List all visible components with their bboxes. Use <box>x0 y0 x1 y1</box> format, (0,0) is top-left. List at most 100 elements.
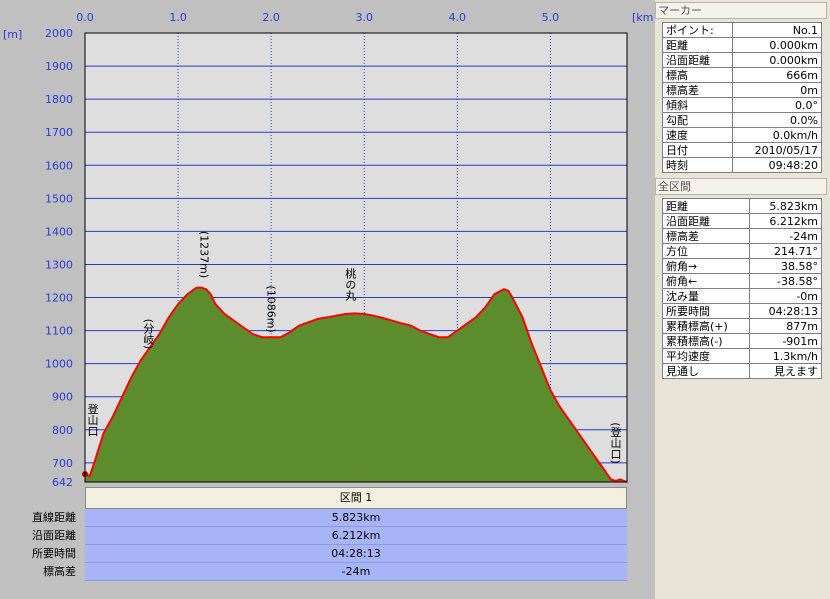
panel-row-label: 日付 <box>662 142 733 158</box>
panel-row-label: 速度 <box>662 127 733 143</box>
panel-row: 時刻 09:48:20 <box>662 157 823 173</box>
panel-row: 累積標高(-) -901m <box>661 333 822 349</box>
y-tick-label: 1800 <box>45 93 73 106</box>
panel-row: 俯角→ 38.58° <box>661 258 822 274</box>
panel-row-label: 俯角→ <box>661 258 751 274</box>
panel-row: 累積標高(+) 877m <box>661 318 822 334</box>
elevation-chart: 2000 1900 1800 1700 1600 1500 1400 1300 1200 1100… <box>3 11 655 487</box>
panel-row-value: -38.58° <box>749 273 822 289</box>
panel-row: 俯角← -38.58° <box>661 273 822 289</box>
panel-row-value: No.1 <box>731 22 823 38</box>
panel-row: 標高差 0m <box>662 82 823 98</box>
panel-row-value: 0.000km <box>731 37 823 53</box>
x-unit-label: [km] <box>632 11 655 24</box>
x-tick-label: 5.0 <box>542 11 560 24</box>
panel-row-value: 5.823km <box>749 198 822 214</box>
annotation-label: 桃の丸 <box>344 266 357 301</box>
y-tick-label: 900 <box>52 391 73 404</box>
panel-row: 距離 5.823km <box>661 198 822 214</box>
info-panel: マーカー ポイント: No.1 距離 0.000km 沿面距離 0.000km 標高 666m… <box>655 0 830 599</box>
panel-row-label: 沿面距離 <box>661 213 751 229</box>
panel-row-value: 見えます <box>749 363 822 379</box>
section-row: 沿面距離 6.212km <box>0 527 628 545</box>
marker-header[interactable]: マーカー <box>655 2 827 19</box>
section-summary-table: 直線距離 5.823km 沿面距離 6.212km 所要時間 04:28:13 標高差 -24… <box>0 509 628 581</box>
panel-row-value: 0.000km <box>731 52 823 68</box>
panel-row-value: 666m <box>731 67 823 83</box>
y-tick-label: 1500 <box>45 192 73 205</box>
y-tick-label: 1200 <box>45 292 73 305</box>
section-row: 標高差 -24m <box>0 563 628 581</box>
y-tick-label: 1000 <box>45 358 73 371</box>
section-row-label: 直線距離 <box>32 511 76 524</box>
section-row: 直線距離 5.823km <box>0 509 628 527</box>
panel-row-value: -901m <box>749 333 822 349</box>
panel-row: 速度 0.0km/h <box>662 127 823 143</box>
panel-row-label: 標高 <box>662 67 733 83</box>
panel-row-value: 38.58° <box>749 258 822 274</box>
section-header[interactable]: 区間 1 <box>85 487 627 509</box>
annotation-label: (分岐) <box>142 319 155 350</box>
panel-row: 沿面距離 0.000km <box>662 52 823 68</box>
x-tick-label: 1.0 <box>169 11 187 24</box>
panel-row-value: 0.0° <box>731 97 823 113</box>
panel-row-value: 0.0km/h <box>731 127 823 143</box>
all-section-table: 距離 5.823km 沿面距離 6.212km 標高差 -24m 方位 214.71° 俯角→ 3… <box>661 198 822 379</box>
section-row-label: 標高差 <box>43 565 76 578</box>
y-unit-label: [m] <box>3 28 22 41</box>
panel-row: 勾配 0.0% <box>662 112 823 128</box>
marker-table: ポイント: No.1 距離 0.000km 沿面距離 0.000km 標高 666m 標高差 0m… <box>662 22 823 173</box>
x-tick-label: 0.0 <box>76 11 94 24</box>
y-tick-label: 1300 <box>45 258 73 271</box>
section-row-value: 6.212km <box>85 527 627 545</box>
panel-row-value: 1.3km/h <box>749 348 822 364</box>
panel-row-label: 方位 <box>661 243 751 259</box>
annotation-label: 登山口 <box>86 402 99 436</box>
section-row-label: 所要時間 <box>32 547 76 560</box>
panel-row-label: 標高差 <box>662 82 733 98</box>
x-tick-label: 4.0 <box>449 11 467 24</box>
y-tick-label: 642 <box>52 476 73 487</box>
panel-row-label: 平均速度 <box>661 348 751 364</box>
panel-row: 見通し 見えます <box>661 363 822 379</box>
panel-row: 所要時間 04:28:13 <box>661 303 822 319</box>
y-tick-label: 700 <box>52 457 73 470</box>
panel-row-label: 距離 <box>661 198 751 214</box>
y-tick-label: 1600 <box>45 159 73 172</box>
panel-row-label: 距離 <box>662 37 733 53</box>
panel-row: 平均速度 1.3km/h <box>661 348 822 364</box>
section-row-value: 04:28:13 <box>85 545 627 563</box>
section-row: 所要時間 04:28:13 <box>0 545 628 563</box>
panel-row-label: 勾配 <box>662 112 733 128</box>
panel-row: 距離 0.000km <box>662 37 823 53</box>
y-tick-label: 1100 <box>45 325 73 338</box>
panel-row-label: 沿面距離 <box>662 52 733 68</box>
panel-row: 傾斜 0.0° <box>662 97 823 113</box>
panel-row-value: 04:28:13 <box>749 303 822 319</box>
panel-row: 日付 2010/05/17 <box>662 142 823 158</box>
section-row-value: 5.823km <box>85 509 627 527</box>
panel-row-value: -24m <box>749 228 822 244</box>
section-row-label: 沿面距離 <box>32 529 76 542</box>
panel-row-label: 傾斜 <box>662 97 733 113</box>
panel-row-value: 0.0% <box>731 112 823 128</box>
panel-row-label: 時刻 <box>662 157 733 173</box>
y-tick-label: 1700 <box>45 126 73 139</box>
panel-row: 方位 214.71° <box>661 243 822 259</box>
all-section-header[interactable]: 全区間 <box>655 178 827 195</box>
panel-row-value: -0m <box>749 288 822 304</box>
panel-row-value: 09:48:20 <box>731 157 823 173</box>
panel-row-label: 累積標高(-) <box>661 333 751 349</box>
annotation-label: (1237m) <box>198 231 211 278</box>
y-tick-label: 800 <box>52 424 73 437</box>
section-row-value: -24m <box>85 563 627 581</box>
panel-row-value: 214.71° <box>749 243 822 259</box>
panel-row-label: 俯角← <box>661 273 751 289</box>
x-tick-label: 2.0 <box>262 11 280 24</box>
panel-row-value: 877m <box>749 318 822 334</box>
panel-row-label: ポイント: <box>662 22 733 38</box>
panel-row-value: 2010/05/17 <box>731 142 823 158</box>
y-tick-label: 1900 <box>45 60 73 73</box>
panel-row-label: 沈み量 <box>661 288 751 304</box>
panel-row: 標高 666m <box>662 67 823 83</box>
